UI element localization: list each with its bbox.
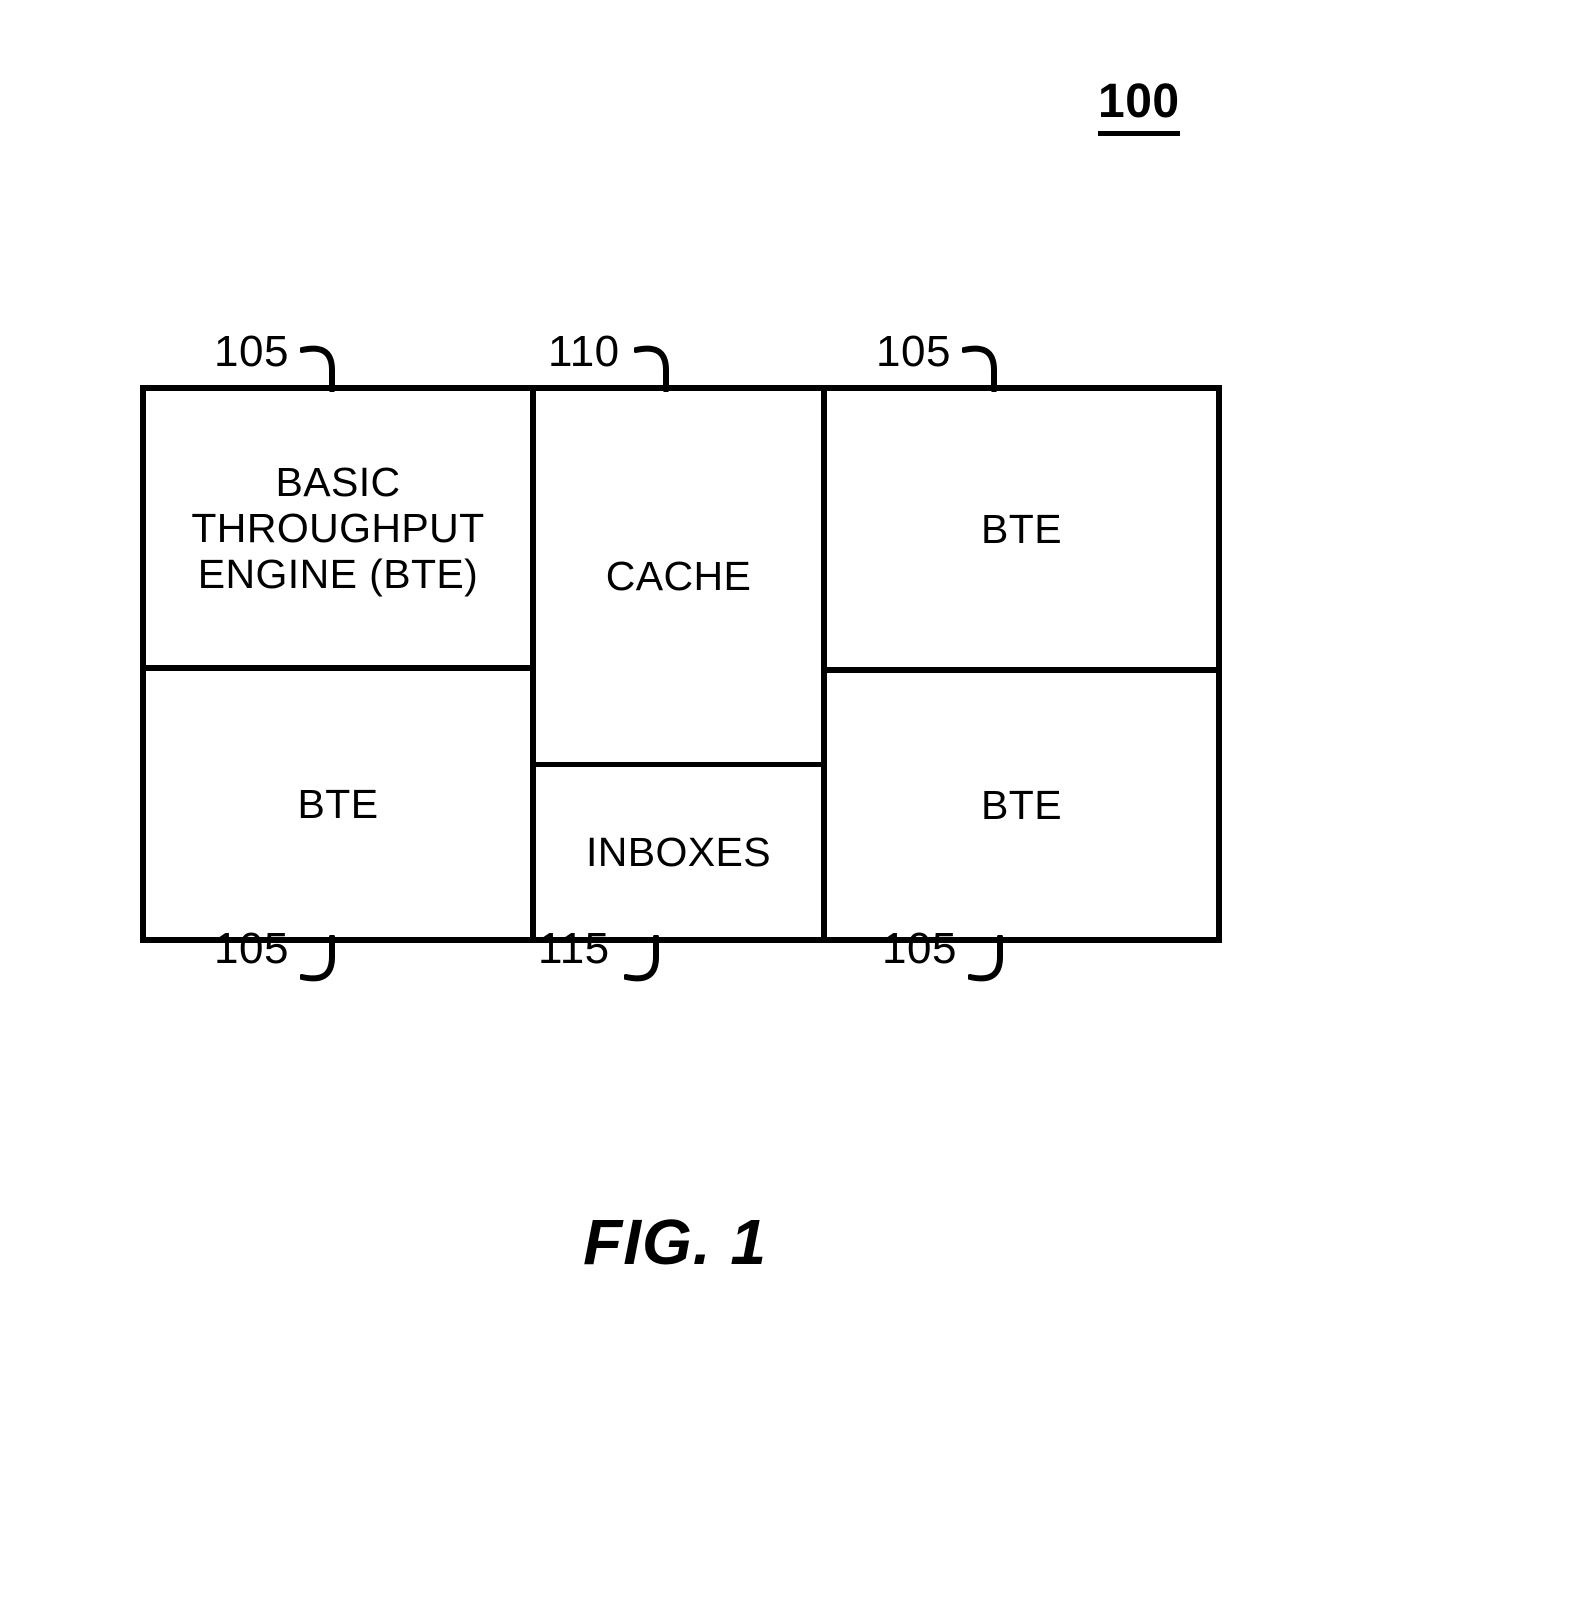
- block-label-bte-top-right: BTE: [981, 505, 1062, 552]
- callout-label-top-left-105: 105: [214, 327, 289, 376]
- center-column: CACHE INBOXES: [530, 391, 827, 937]
- figure-reference-number: 100: [1098, 78, 1180, 136]
- callout-label-top-right-105: 105: [876, 327, 951, 376]
- callout-label-top-center-110: 110: [548, 327, 620, 376]
- block-inboxes: INBOXES: [536, 762, 821, 937]
- processor-block-diagram: BASIC THROUGHPUT ENGINE (BTE) BTE CACHE …: [140, 385, 1222, 943]
- leader-line-top-center-110: [634, 345, 669, 392]
- block-label-basic-throughput-engine: BASIC THROUGHPUT ENGINE (BTE): [191, 458, 485, 598]
- block-bte-bottom-left: BTE: [146, 665, 530, 937]
- block-label-inboxes: INBOXES: [585, 828, 772, 875]
- leader-line-bottom-right-105: [968, 935, 1003, 982]
- block-basic-throughput-engine: BASIC THROUGHPUT ENGINE (BTE): [146, 391, 530, 665]
- leader-line-top-left-105: [300, 345, 335, 392]
- leader-line-bottom-left-105: [300, 935, 335, 982]
- block-label-bte-bottom-right: BTE: [981, 781, 1062, 828]
- figure-caption: FIG. 1: [583, 1206, 767, 1278]
- block-bte-top-right: BTE: [827, 391, 1216, 667]
- left-column: BASIC THROUGHPUT ENGINE (BTE) BTE: [146, 391, 530, 937]
- block-cache: CACHE: [536, 391, 821, 762]
- block-label-bte-bottom-left: BTE: [297, 780, 379, 827]
- block-bte-bottom-right: BTE: [827, 667, 1216, 937]
- leader-line-top-right-105: [962, 345, 997, 392]
- patent-figure: 100 105 110 105 105 115 105 BASIC THROUG…: [0, 0, 1593, 1624]
- right-column: BTE BTE: [827, 391, 1216, 937]
- block-label-cache: CACHE: [605, 553, 752, 600]
- leader-line-bottom-center-115: [624, 935, 659, 982]
